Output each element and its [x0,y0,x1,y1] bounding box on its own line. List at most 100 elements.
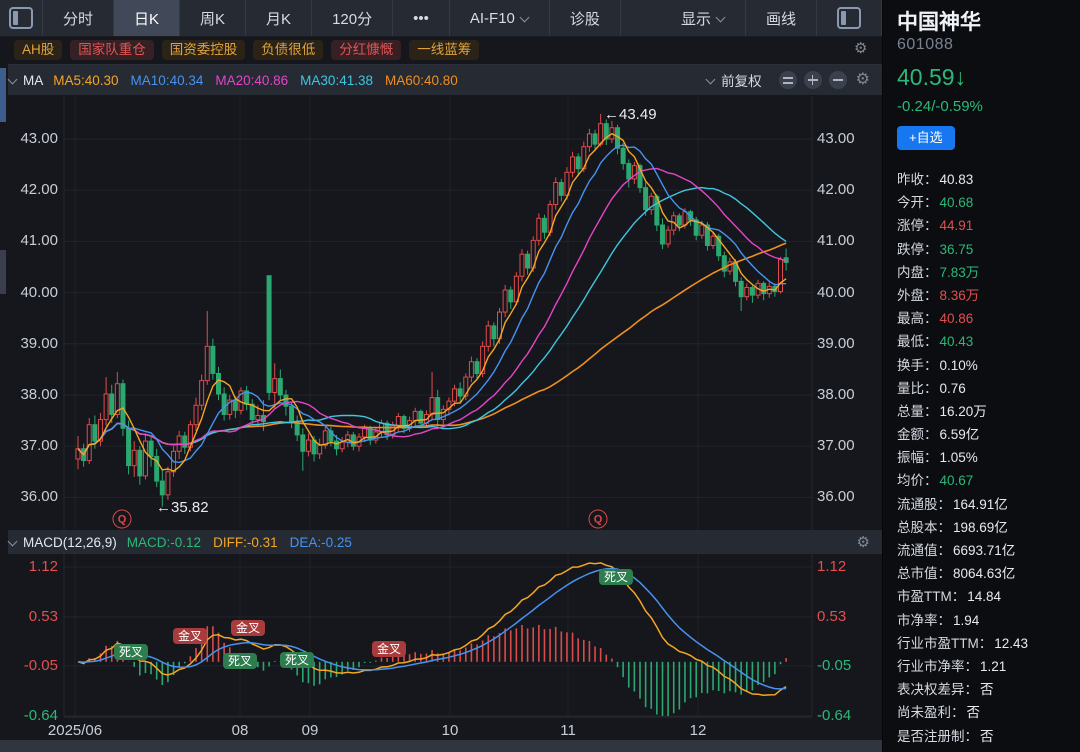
stat-row: 均价：40.67 [897,469,1075,492]
stat-label: 昨收： [897,172,938,187]
stat-value: 8.36万 [940,288,980,303]
add-watchlist-button[interactable]: +自选 [897,126,955,150]
tags-settings-gear-icon[interactable]: ⚙ [854,41,870,56]
macd-values: MACD:-0.12DIFF:-0.31DEA:-0.25 [127,535,364,550]
stat-value: 否 [980,682,994,697]
stat-value: 40.86 [940,311,974,326]
price-axis-tick-right: 37.00 [817,438,855,454]
tab-月K[interactable]: 月K [246,0,312,36]
price-annotation: ←35.82 [156,499,209,516]
period-toolbar: 分时日K 周K 月K120分 ••• AI-F10 诊股 显示 画线 [0,0,882,37]
price-axis-tick-left: 39.00 [8,336,58,352]
x-axis-month-label: 08 [232,722,249,739]
ma-collapse-chevron-icon[interactable] [8,76,17,85]
tab-AI-F10[interactable]: AI-F10 [450,0,550,36]
stat-row: 金额：6.59亿 [897,423,1075,446]
tab-label: ••• [413,10,429,27]
toolbar-显示-button[interactable]: 显示 [661,0,746,36]
tab-•••[interactable]: ••• [393,0,450,36]
left-edge-scroll-handle[interactable] [0,68,6,122]
tab-诊股[interactable]: 诊股 [550,0,621,36]
golden-cross-badge: 金叉 [372,641,406,657]
ma-value: MA30:41.38 [300,73,373,88]
quote-sidebar: 中国神华 601088 40.59↓ -0.24/-0.59% +自选 昨收：4… [882,0,1080,752]
layout-toggle-button[interactable] [0,0,43,36]
stat-row: 最高：40.86 [897,307,1075,330]
macd-value: DIFF:-0.31 [213,535,278,550]
tab-label: AI-F10 [470,10,515,27]
stat-label: 总股本： [897,520,951,535]
adjust-chevron-icon[interactable] [706,76,715,85]
stat-row: 市净率：1.94 [897,609,1075,632]
tab-日K[interactable]: 日K [114,0,180,36]
price-annotation: ←43.49 [604,106,657,123]
price-change: -0.24/-0.59% [897,98,983,115]
toolbar-画线-button[interactable]: 画线 [746,0,817,36]
tag-负债很低[interactable]: 负债很低 [253,40,323,60]
stat-label: 跌停： [897,242,938,257]
stat-row: 跌停：36.75 [897,238,1075,261]
stat-row: 尚未盈利：否 [897,701,1075,724]
announcement-q-icon[interactable]: Q [113,510,132,529]
tab-周K[interactable]: 周K [180,0,246,36]
stat-label: 行业市盈TTM： [897,636,992,651]
stat-row: 换手：0.10% [897,354,1075,377]
right-panel-toggle-button[interactable] [817,0,882,36]
golden-cross-badge: 金叉 [231,620,265,636]
stat-row: 外盘：8.36万 [897,284,1075,307]
price-adjust-mode[interactable]: 前复权 [721,70,762,90]
tag-国家队重仓[interactable]: 国家队重仓 [70,40,154,60]
zoom-out-button[interactable] [829,71,847,89]
stat-value: 6.59亿 [940,427,980,442]
chevron-down-icon [716,14,725,23]
tag-一线蓝筹[interactable]: 一线蓝筹 [409,40,479,60]
price-axis-tick-right: 36.00 [817,489,855,505]
tab-120分[interactable]: 120分 [312,0,393,36]
ma-value: MA10:40.34 [131,73,204,88]
tab-label: 周K [200,8,225,29]
tag-AH股[interactable]: AH股 [14,40,62,60]
macd-settings-gear-icon[interactable]: ⚙ [857,535,870,550]
stat-label: 振幅： [897,450,938,465]
stat-row: 是否注册制：否 [897,725,1075,748]
stock-code: 601088 [897,36,953,54]
tag-分红慷慨[interactable]: 分红慷慨 [331,40,401,60]
bottom-window-strip [0,740,882,752]
macd-title: MACD(12,26,9) [23,535,117,550]
stat-row: 昨收：40.83 [897,168,1075,191]
stock-chart-app: 分时日K 周K 月K120分 ••• AI-F10 诊股 显示 画线 AH股国家队重仓国资委控… [0,0,1080,752]
price-axis-tick-left: 36.00 [8,489,58,505]
stat-label: 涨停： [897,218,938,233]
stat-value: 否 [967,705,981,720]
stat-row: 表决权差异：否 [897,678,1075,701]
tag-国资委控股[interactable]: 国资委控股 [162,40,246,60]
chart-area[interactable]: 分时日K 周K 月K120分 ••• AI-F10 诊股 显示 画线 AH股国家队重仓国资委控… [0,0,882,752]
price-axis-tick-right: 38.00 [817,387,855,403]
stat-value: 198.69亿 [953,520,1008,535]
main-chart-settings-gear-icon[interactable]: ⚙ [856,72,870,88]
toolbar-label: 显示 [681,8,711,29]
price-axis-tick-left: 41.00 [8,233,58,249]
stat-value: 40.68 [940,195,974,210]
macd-collapse-chevron-icon[interactable] [8,538,17,547]
stat-value: 164.91亿 [953,497,1008,512]
zoom-reset-button[interactable] [779,71,797,89]
tab-分时[interactable]: 分时 [43,0,114,36]
kline-macd-chart[interactable] [0,0,882,752]
price-axis-tick-left: 37.00 [8,438,58,454]
stat-row: 行业市盈TTM：12.43 [897,632,1075,655]
stat-value: 40.83 [940,172,974,187]
zoom-in-button[interactable] [804,71,822,89]
stock-tags-row: AH股国家队重仓国资委控股负债很低分红慷慨一线蓝筹 [8,36,888,64]
price-axis-tick-left: 42.00 [8,182,58,198]
macd-axis-tick-right: -0.64 [817,708,851,724]
stat-value: 14.84 [967,589,1001,604]
ma-indicator-header: MA MA5:40.30MA10:40.34MA20:40.86MA30:41.… [8,64,882,95]
macd-value: MACD:-0.12 [127,535,201,550]
announcement-q-icon[interactable]: Q [589,510,608,529]
panel-layout-icon [837,7,861,29]
stat-value: 44.91 [940,218,974,233]
toolbar-spacer [621,0,661,36]
last-price: 40.59↓ [897,64,966,91]
death-cross-badge: 死叉 [280,652,314,668]
